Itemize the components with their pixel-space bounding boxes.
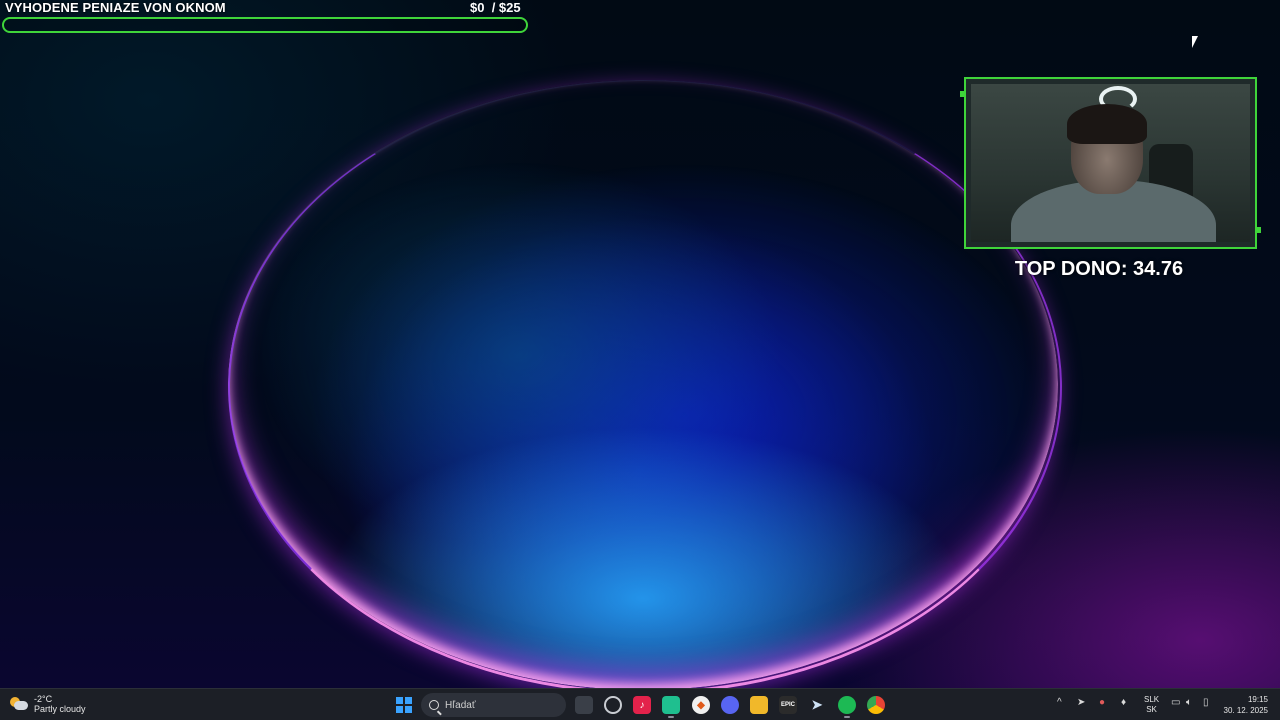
clock-time: 19:15 bbox=[1247, 695, 1268, 704]
file-explorer-icon[interactable] bbox=[750, 696, 768, 714]
network-icon[interactable]: ▭ bbox=[1171, 697, 1180, 708]
wallpaper-orb-rim bbox=[228, 80, 1062, 688]
start-button[interactable] bbox=[396, 697, 412, 713]
goal-target: / $25 bbox=[484, 0, 521, 15]
desktop-wallpaper: VYHODENE PENIAZE VON OKNOM $0 / $25 TOP … bbox=[0, 0, 1280, 688]
weather-widget[interactable]: -2°C Partly cloudy bbox=[10, 694, 86, 714]
microphone-icon[interactable]: ♦ bbox=[1121, 697, 1126, 708]
steam-tray-icon[interactable]: ➤ bbox=[1077, 697, 1085, 708]
weather-description: Partly cloudy bbox=[34, 704, 86, 714]
clock-date: 30. 12. 2025 bbox=[1223, 706, 1268, 715]
mouse-cursor-icon bbox=[1192, 36, 1198, 48]
obs-icon[interactable] bbox=[604, 696, 622, 714]
goal-progress-bar bbox=[2, 17, 528, 33]
running-indicator bbox=[844, 716, 850, 718]
task-view-icon[interactable] bbox=[575, 696, 593, 714]
epic-games-icon[interactable]: EPIC bbox=[779, 696, 797, 714]
taskbar-clock[interactable]: 19:15 30. 12. 2025 bbox=[1222, 694, 1268, 716]
discord-icon[interactable] bbox=[721, 696, 739, 714]
goal-current: $0 bbox=[470, 0, 485, 15]
tray-app-icon[interactable]: ● bbox=[1099, 697, 1105, 708]
spotify-icon[interactable] bbox=[838, 696, 856, 714]
top-donation-label: TOP DONO: 34.76 bbox=[1014, 258, 1184, 280]
streamer-hair bbox=[1067, 104, 1147, 144]
goal-title: VYHODENE PENIAZE VON OKNOM bbox=[5, 0, 226, 15]
search-icon bbox=[429, 700, 439, 710]
taskbar: -2°C Partly cloudy Hľadať ♪ ◆ EPIC ➤ ^ ➤… bbox=[0, 688, 1280, 720]
webcam-frame bbox=[960, 77, 1261, 249]
webcam-feed bbox=[971, 84, 1250, 242]
volume-icon[interactable]: 🔈︎ bbox=[1186, 697, 1192, 708]
steam-icon[interactable]: ➤ bbox=[808, 696, 826, 714]
tiktok-icon[interactable]: ♪ bbox=[633, 696, 651, 714]
running-indicator bbox=[668, 716, 674, 718]
language-switcher[interactable]: SLK SK bbox=[1144, 695, 1159, 715]
partly-cloudy-icon bbox=[10, 697, 28, 711]
chrome-icon[interactable] bbox=[867, 696, 885, 714]
weather-temperature: -2°C bbox=[34, 694, 53, 704]
frame-corner-marker bbox=[960, 91, 966, 97]
search-placeholder: Hľadať bbox=[445, 699, 476, 711]
battery-icon[interactable]: ▯ bbox=[1203, 697, 1209, 708]
tray-overflow-chevron-icon[interactable]: ^ bbox=[1057, 697, 1062, 708]
goal-amounts: $0 / $25 bbox=[470, 0, 521, 15]
twitch-icon[interactable] bbox=[662, 696, 680, 714]
taskbar-search[interactable]: Hľadať bbox=[421, 693, 566, 717]
browser-icon[interactable]: ◆ bbox=[692, 696, 710, 714]
frame-corner-marker bbox=[1255, 227, 1261, 233]
